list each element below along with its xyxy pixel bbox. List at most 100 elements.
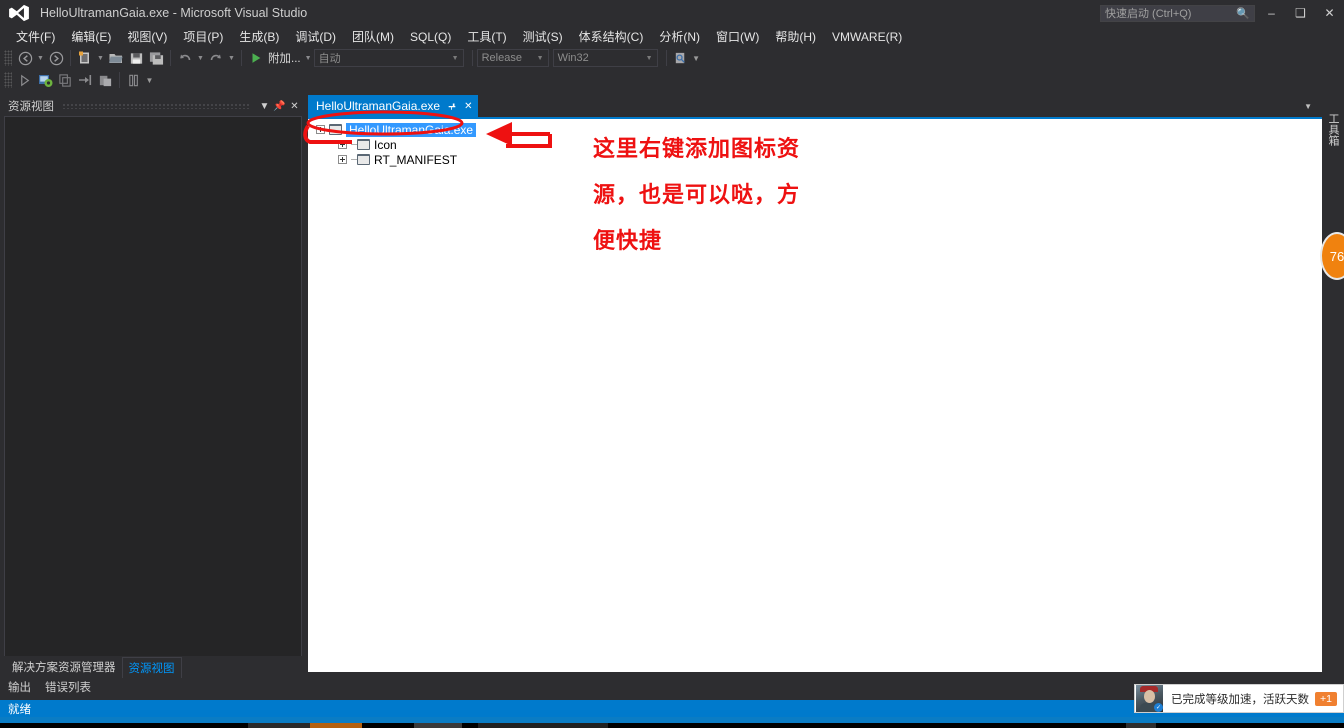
new-project-icon[interactable]	[75, 48, 95, 68]
taskbar-item[interactable]	[414, 723, 462, 728]
toolbar-separator	[170, 50, 171, 66]
copy-icon[interactable]	[55, 70, 75, 90]
annotation-line-1: 这里右键添加图标资	[593, 136, 801, 161]
step-into-icon[interactable]	[75, 70, 95, 90]
taskbar-item[interactable]	[248, 723, 310, 728]
menu-item-sql[interactable]: SQL(Q)	[402, 28, 459, 46]
toolbox-tab[interactable]: 工具箱	[1322, 96, 1344, 162]
new-project-dropdown-icon[interactable]: ▼	[95, 48, 106, 68]
attach-dropdown-icon[interactable]: ▼	[303, 48, 314, 68]
menu-item-window[interactable]: 窗口(W)	[708, 26, 767, 47]
debug-target-icon[interactable]	[35, 70, 55, 90]
taskbar-item[interactable]	[478, 723, 608, 728]
solution-platform-value: Win32	[557, 52, 589, 64]
left-panel-tab-strip: 解决方案资源管理器 资源视图	[0, 656, 306, 678]
solution-config-value: Release	[481, 52, 522, 64]
close-button[interactable]: ✕	[1315, 0, 1344, 26]
red-arrow-head	[486, 122, 512, 146]
redo-icon[interactable]	[206, 48, 226, 68]
menu-item-vmware[interactable]: VMWARE(R)	[824, 28, 910, 46]
navigate-forward-icon[interactable]	[46, 48, 66, 68]
level-badge-value: 76	[1329, 248, 1344, 264]
output-tab-strip: 输出 错误列表	[0, 678, 306, 696]
menu-item-analyze[interactable]: 分析(N)	[651, 26, 708, 47]
attach-button-label[interactable]: 附加...	[266, 50, 303, 66]
visual-studio-window: HelloUltramanGaia.exe - Microsoft Visual…	[0, 0, 1344, 728]
menu-item-test[interactable]: 测试(S)	[515, 26, 571, 47]
toolbar-separator	[70, 50, 71, 66]
menu-item-architecture[interactable]: 体系结构(C)	[571, 26, 652, 47]
annotation-overlay	[303, 110, 552, 148]
chevron-down-icon: ▼	[536, 54, 544, 62]
solution-platform-combo[interactable]: Win32 ▼	[552, 49, 658, 67]
find-in-files-icon[interactable]	[671, 48, 691, 68]
menu-item-team[interactable]: 团队(M)	[344, 26, 402, 47]
menu-item-build[interactable]: 生成(B)	[231, 26, 287, 47]
toolbar-separator	[471, 50, 473, 66]
notification-badge: +1	[1315, 691, 1337, 706]
tab-resource-view[interactable]: 资源视图	[121, 656, 182, 678]
pin-icon[interactable]: 📌	[272, 97, 287, 115]
taskbar-item-active[interactable]	[310, 723, 362, 728]
save-all-icon[interactable]	[146, 48, 166, 68]
toolbar-overflow-icon[interactable]: ▼	[144, 76, 155, 85]
panel-drag-area[interactable]	[62, 103, 249, 109]
toolbox-tab-label: 工具箱	[1327, 112, 1339, 146]
taskbar-tray-item[interactable]	[1126, 723, 1156, 728]
undo-dropdown-icon[interactable]: ▼	[195, 48, 206, 68]
quick-launch-input[interactable]: 快速启动 (Ctrl+Q) 🔍	[1100, 4, 1255, 22]
menu-item-file[interactable]: 文件(F)	[8, 26, 63, 47]
menu-item-edit[interactable]: 编辑(E)	[63, 26, 119, 47]
redo-dropdown-icon[interactable]: ▼	[226, 48, 237, 68]
solution-config-combo[interactable]: Release ▼	[476, 49, 549, 67]
restore-button[interactable]: ❑	[1286, 0, 1315, 26]
search-icon: 🔍	[1236, 7, 1250, 20]
tab-solution-explorer[interactable]: 解决方案资源管理器	[6, 657, 122, 677]
toolbar-separator	[119, 72, 120, 88]
title-bar-controls: 快速启动 (Ctrl+Q) 🔍 – ❑ ✕	[1100, 0, 1344, 26]
annotation-line-3: 便快捷	[593, 228, 663, 253]
quick-launch-placeholder: 快速启动 (Ctrl+Q)	[1105, 8, 1192, 20]
minimize-button[interactable]: –	[1257, 0, 1286, 26]
title-bar: HelloUltramanGaia.exe - Microsoft Visual…	[0, 0, 1344, 26]
resource-view-content[interactable]	[4, 116, 302, 664]
toolbar-separator	[665, 50, 667, 66]
standard-toolbar: ▼ ▼ ▼ ▼ 附加... ▼ 自动 ▼ Release ▼ Win32 ▼ ▼	[0, 47, 1344, 69]
red-highlight-ellipse	[306, 110, 464, 136]
avatar-status-badge: ✓	[1154, 703, 1163, 712]
menu-item-debug[interactable]: 调试(D)	[287, 26, 344, 47]
menu-item-view[interactable]: 视图(V)	[119, 26, 175, 47]
start-debug-icon[interactable]	[246, 48, 266, 68]
annotation-text: 这里右键添加图标资 源，也是可以哒，方 便快捷	[593, 126, 843, 264]
tab-error-list[interactable]: 错误列表	[45, 679, 91, 695]
chevron-down-icon[interactable]: ▼	[257, 97, 272, 115]
navigate-back-dropdown-icon[interactable]: ▼	[35, 48, 46, 68]
step-over-icon[interactable]	[15, 70, 35, 90]
toolbar-separator	[241, 50, 242, 66]
visual-studio-logo-icon	[9, 4, 29, 22]
menu-item-help[interactable]: 帮助(H)	[767, 26, 824, 47]
tab-output[interactable]: 输出	[8, 679, 31, 695]
notification-toast[interactable]: ✓ 已完成等级加速，活跃天数 +1	[1134, 684, 1344, 713]
toolbar-grip[interactable]	[4, 72, 12, 88]
open-file-icon[interactable]	[106, 48, 126, 68]
debug-config-value: 自动	[318, 53, 341, 65]
resource-view-title: 资源视图	[8, 101, 54, 113]
toolbar-overflow-icon[interactable]: ▼	[691, 54, 702, 63]
navigate-back-icon[interactable]	[15, 48, 35, 68]
chevron-down-icon[interactable]: ▼	[1304, 102, 1322, 111]
annotation-line-2: 源，也是可以哒，方	[593, 182, 801, 207]
chevron-down-icon: ▼	[451, 54, 459, 62]
resource-view-panel: 资源视图 ▼ 📌 ✕	[0, 96, 306, 672]
undo-icon[interactable]	[175, 48, 195, 68]
window-title: HelloUltramanGaia.exe - Microsoft Visual…	[40, 6, 308, 20]
toolbar-grip[interactable]	[4, 50, 12, 66]
paste-icon[interactable]	[95, 70, 115, 90]
menu-item-tools[interactable]: 工具(T)	[459, 26, 514, 47]
menu-item-project[interactable]: 项目(P)	[175, 26, 231, 47]
debug-config-combo[interactable]: 自动 ▼	[313, 49, 464, 67]
save-icon[interactable]	[126, 48, 146, 68]
notification-message: 已完成等级加速，活跃天数	[1171, 693, 1309, 706]
menu-bar: 文件(F) 编辑(E) 视图(V) 项目(P) 生成(B) 调试(D) 团队(M…	[0, 26, 1344, 47]
columns-icon[interactable]	[124, 70, 144, 90]
